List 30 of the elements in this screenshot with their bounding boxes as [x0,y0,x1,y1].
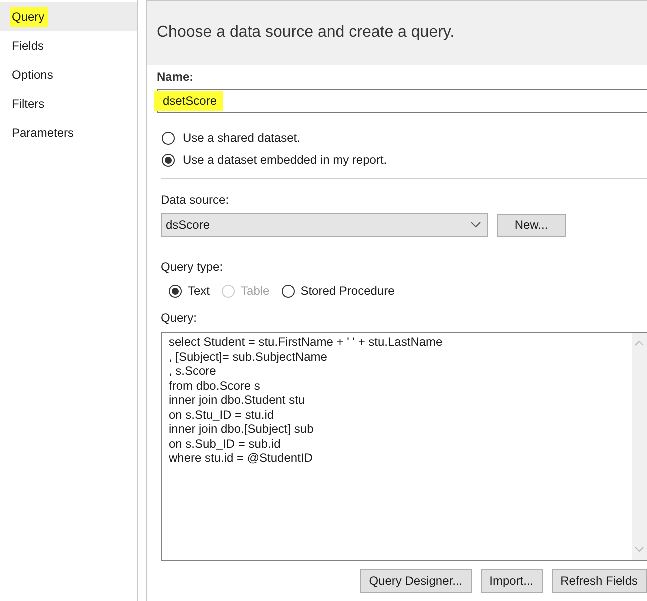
sidebar-item[interactable]: Query [0,2,137,31]
action-button[interactable]: Query Designer... [360,569,472,593]
query-field[interactable] [161,332,647,561]
radio-option[interactable]: Use a dataset embedded in my report. [162,151,388,169]
query-line: inner join dbo.Student stu [169,393,306,408]
name-field[interactable]: dsetScore [157,89,647,113]
query-line: on s.Stu_ID = stu.id [169,408,274,422]
action-button[interactable]: Refresh Fields [552,569,647,593]
new-button[interactable]: New... [497,214,566,236]
query-line: from dbo.Score s [169,378,260,393]
page-title: Choose a data source and create a query. [157,23,455,43]
query-line: , s.Score [169,364,216,378]
scrollbar[interactable] [632,333,647,560]
query-line: where stu.id = @StudentID [169,451,313,466]
chevron-down-icon [471,222,481,228]
radio-option[interactable]: Stored Procedure [282,283,395,299]
query-line: on s.Sub_ID = sub.id [169,436,281,451]
query-type-label: Query type: [161,260,224,274]
query-line: , [Subject]= sub.SubjectName [169,350,328,364]
data-source-label: Data source: [161,193,230,207]
scroll-up-icon[interactable] [635,341,644,346]
scroll-down-icon[interactable] [635,547,644,552]
query-line: inner join dbo.[Subject] sub [169,422,314,436]
action-button[interactable]: Import... [480,569,543,593]
name-label: Name: [157,70,194,84]
radio-option[interactable]: Use a shared dataset. [162,129,300,147]
query-line: select Student = stu.FirstName + ' ' + stu.LastName [169,335,443,350]
radio-option[interactable]: Text [169,283,210,299]
data-source-dropdown[interactable]: dsScore [161,213,488,237]
query-label: Query: [161,311,198,325]
